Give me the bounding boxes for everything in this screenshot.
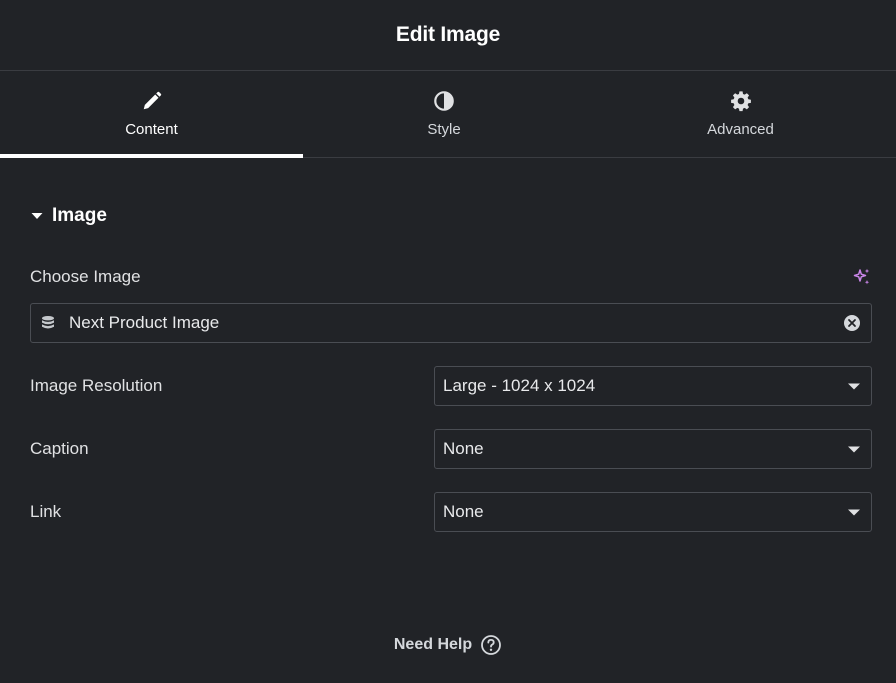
link-select[interactable]: None xyxy=(434,492,872,532)
choose-image-label: Choose Image xyxy=(30,267,141,286)
choose-image-row: Choose Image xyxy=(30,266,872,288)
image-resolution-label: Image Resolution xyxy=(30,376,163,395)
link-label: Link xyxy=(30,502,62,521)
select-value: None xyxy=(443,502,484,521)
caption-label: Caption xyxy=(30,439,89,458)
need-help-link[interactable]: Need Help xyxy=(0,634,896,656)
image-resolution-row: Image Resolution Large - 1024 x 1024 xyxy=(30,366,872,406)
link-row: Link None xyxy=(30,492,872,532)
tab-label: Style xyxy=(427,121,461,138)
tab-content[interactable]: Content xyxy=(0,71,303,158)
dynamic-image-field[interactable]: Next Product Image xyxy=(30,303,872,343)
need-help-label: Need Help xyxy=(393,636,473,653)
section-title: Image xyxy=(52,205,107,226)
tab-label: Advanced xyxy=(707,121,774,138)
panel-header: Edit Image xyxy=(0,0,896,71)
sparkle-icon[interactable] xyxy=(852,267,872,287)
tab-style[interactable]: Style xyxy=(303,71,585,157)
tab-bar: Content Style Advanced xyxy=(0,71,896,158)
half-circle-icon xyxy=(433,90,455,112)
caret-down-icon xyxy=(30,209,44,223)
select-value: None xyxy=(443,439,484,458)
chevron-down-icon xyxy=(847,444,861,454)
gear-icon xyxy=(730,90,752,112)
select-value: Large - 1024 x 1024 xyxy=(443,376,596,395)
clear-icon[interactable] xyxy=(843,314,861,332)
tab-advanced[interactable]: Advanced xyxy=(585,71,896,157)
caption-row: Caption None xyxy=(30,429,872,469)
pencil-icon xyxy=(141,90,163,112)
question-circle-icon xyxy=(480,634,502,656)
chevron-down-icon xyxy=(847,381,861,391)
tab-label: Content xyxy=(125,121,178,138)
caption-select[interactable]: None xyxy=(434,429,872,469)
chevron-down-icon xyxy=(847,507,861,517)
dynamic-image-value: Next Product Image xyxy=(69,313,220,332)
section-toggle[interactable]: Image xyxy=(30,205,872,227)
database-icon xyxy=(40,315,56,331)
panel-title: Edit Image xyxy=(395,23,501,46)
image-section: Image Choose Image Next Product Image Im… xyxy=(0,205,896,532)
image-resolution-select[interactable]: Large - 1024 x 1024 xyxy=(434,366,872,406)
